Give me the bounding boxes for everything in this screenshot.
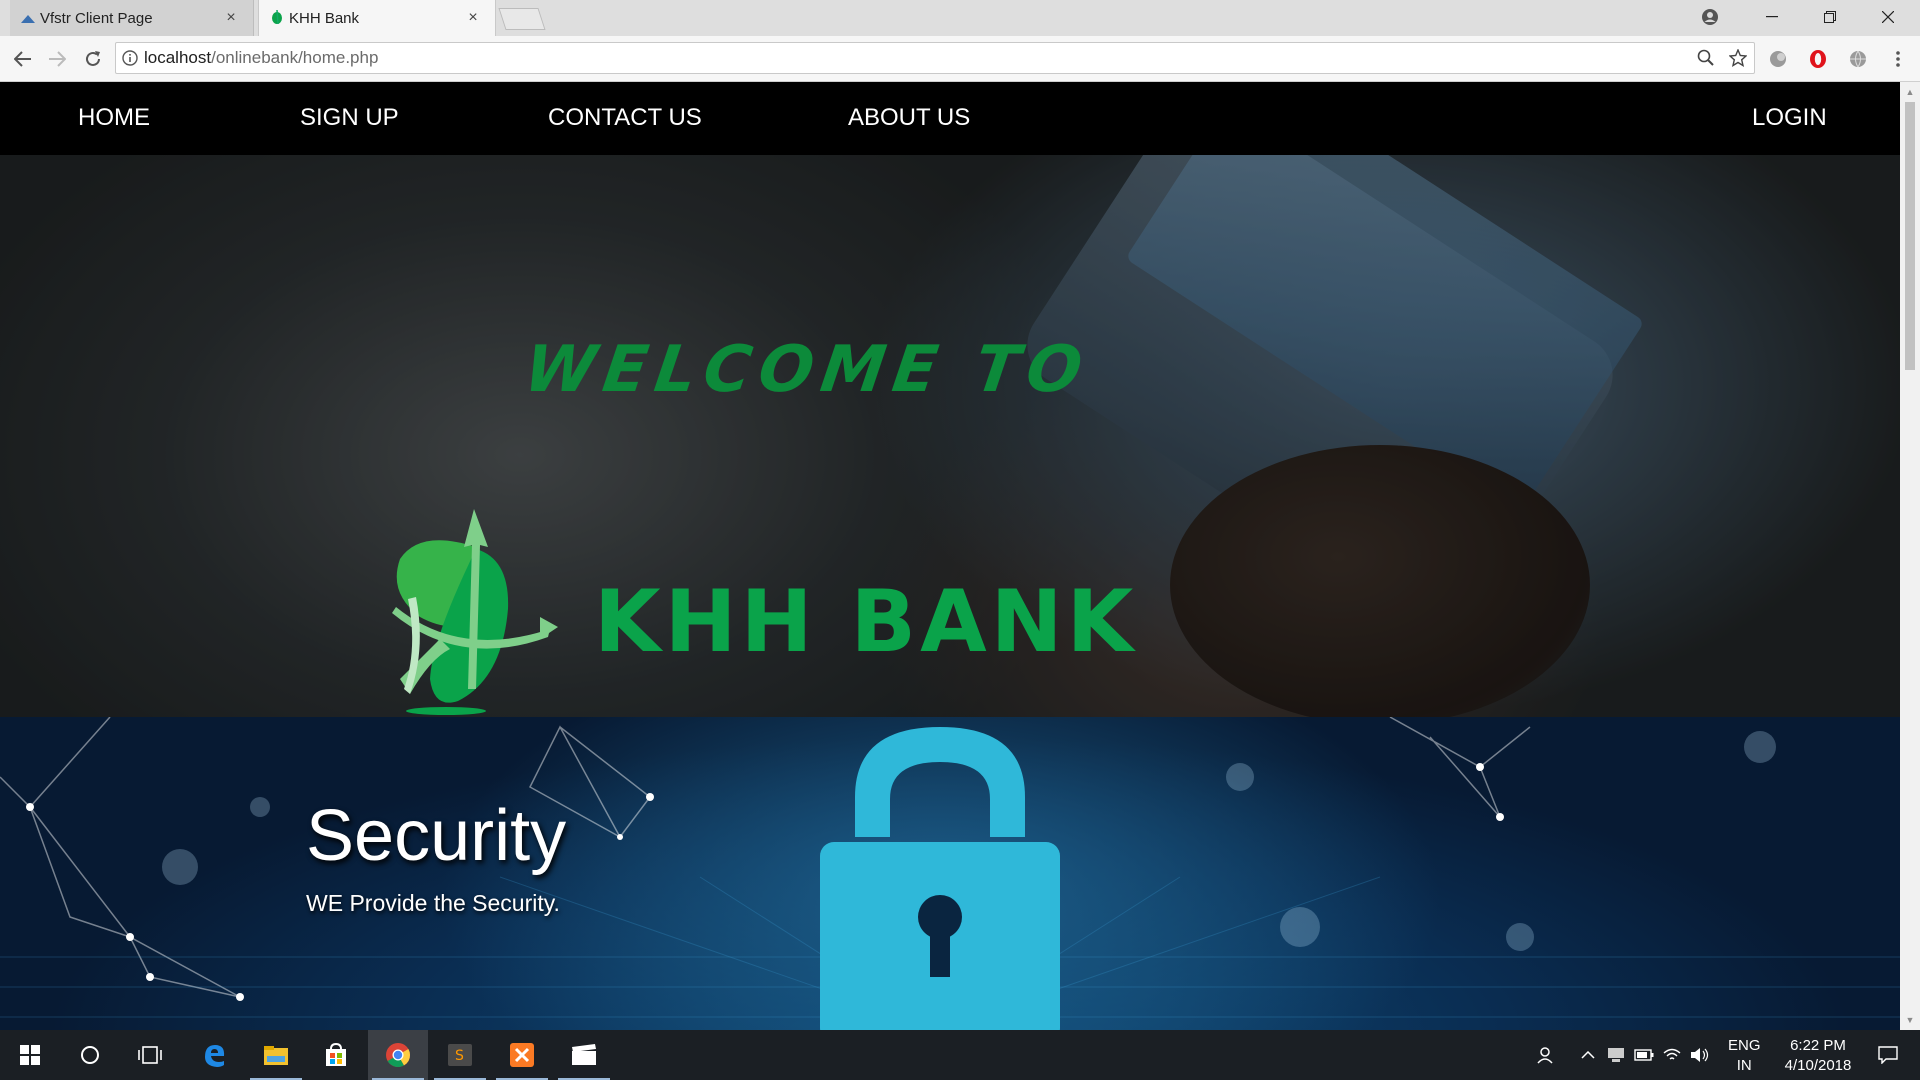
- profile-icon[interactable]: [1686, 0, 1734, 34]
- chrome-icon[interactable]: [368, 1030, 428, 1080]
- close-window-icon[interactable]: [1864, 0, 1912, 34]
- forward-icon[interactable]: [44, 46, 70, 72]
- security-section: Security WE Provide the Security.: [0, 717, 1900, 1030]
- hero-banner: WELCOME TO KHH BANK: [0, 155, 1900, 717]
- scrollbar-thumb[interactable]: [1905, 102, 1915, 370]
- chevron-up-icon[interactable]: [1576, 1030, 1600, 1080]
- new-tab-button[interactable]: [498, 8, 546, 30]
- nav-contact-link[interactable]: CONTACT US: [548, 104, 702, 132]
- page-scrollbar[interactable]: ▲ ▼: [1900, 82, 1920, 1030]
- action-center-icon[interactable]: [1868, 1030, 1908, 1080]
- input-language[interactable]: ENG IN: [1728, 1036, 1761, 1076]
- bank-name-heading: KHH BANK: [594, 572, 1138, 672]
- tab-khh-bank[interactable]: KHH Bank ×: [258, 0, 496, 36]
- url-host: localhost: [144, 48, 212, 67]
- system-clock[interactable]: 6:22 PM 4/10/2018: [1770, 1036, 1866, 1076]
- browser-toolbar: localhost/onlinebank/home.php: [0, 36, 1920, 82]
- clock-date: 4/10/2018: [1784, 1057, 1852, 1074]
- nav-about-link[interactable]: ABOUT US: [848, 104, 970, 132]
- page-viewport: HOME SIGN UP CONTACT US ABOUT US LOGIN W…: [0, 82, 1900, 1030]
- khh-bank-logo-icon: [392, 509, 558, 715]
- video-editor-icon[interactable]: [554, 1030, 614, 1080]
- close-tab-icon[interactable]: ×: [223, 9, 239, 27]
- tab-title: KHH Bank: [289, 9, 360, 27]
- tab-vfstr[interactable]: Vfstr Client Page ×: [10, 0, 254, 36]
- network-monitor-icon[interactable]: [1604, 1030, 1628, 1080]
- minimize-icon[interactable]: [1748, 0, 1796, 34]
- start-icon[interactable]: [0, 1030, 60, 1080]
- nav-signup-link[interactable]: SIGN UP: [300, 104, 399, 132]
- svg-text:S: S: [455, 1048, 464, 1064]
- tab-strip: Vfstr Client Page × KHH Bank ×: [0, 0, 1920, 36]
- url-text: localhost/onlinebank/home.php: [144, 48, 1690, 68]
- volume-icon[interactable]: [1688, 1030, 1712, 1080]
- menu-kebab-icon[interactable]: [1886, 47, 1910, 71]
- zoom-icon[interactable]: [1690, 49, 1722, 67]
- cortana-icon[interactable]: [60, 1030, 120, 1080]
- khh-favicon-icon: [269, 10, 285, 26]
- bookmark-star-icon[interactable]: [1722, 49, 1754, 67]
- close-tab-icon[interactable]: ×: [465, 9, 481, 27]
- language-code: ENG: [1728, 1037, 1761, 1054]
- scroll-up-icon[interactable]: ▲: [1900, 84, 1920, 100]
- nav-home-link[interactable]: HOME: [78, 104, 150, 132]
- restore-icon[interactable]: [1806, 0, 1854, 34]
- battery-icon[interactable]: [1632, 1030, 1656, 1080]
- address-bar[interactable]: localhost/onlinebank/home.php: [115, 42, 1755, 74]
- sublime-icon[interactable]: S: [430, 1030, 490, 1080]
- extension-shield-icon[interactable]: [1766, 47, 1790, 71]
- edge-icon[interactable]: [184, 1030, 244, 1080]
- store-icon[interactable]: [306, 1030, 366, 1080]
- clock-time: 6:22 PM: [1790, 1037, 1846, 1054]
- xampp-icon[interactable]: [492, 1030, 552, 1080]
- nav-login-link[interactable]: LOGIN: [1752, 104, 1827, 132]
- url-path: /onlinebank/home.php: [211, 48, 379, 67]
- file-explorer-icon[interactable]: [246, 1030, 306, 1080]
- opera-vpn-icon[interactable]: [1806, 47, 1830, 71]
- security-title: Security: [306, 796, 567, 876]
- scroll-down-icon[interactable]: ▼: [1900, 1012, 1920, 1028]
- language-region: IN: [1736, 1057, 1752, 1074]
- info-icon[interactable]: [116, 50, 144, 66]
- wifi-icon[interactable]: [1660, 1030, 1684, 1080]
- tab-title: Vfstr Client Page: [40, 9, 153, 27]
- site-navbar: HOME SIGN UP CONTACT US ABOUT US LOGIN: [0, 82, 1900, 155]
- task-view-icon[interactable]: [120, 1030, 180, 1080]
- people-icon[interactable]: [1532, 1030, 1562, 1080]
- welcome-heading: WELCOME TO: [519, 333, 1095, 407]
- windows-taskbar: S ENG IN 6:22 PM 4/10/2018: [0, 1030, 1920, 1080]
- security-subtitle: WE Provide the Security.: [306, 890, 560, 916]
- padlock-icon: [820, 727, 1060, 1030]
- back-icon[interactable]: [10, 46, 36, 72]
- reload-icon[interactable]: [80, 46, 106, 72]
- globe-extension-icon[interactable]: [1846, 47, 1870, 71]
- triangle-favicon-icon: [20, 10, 36, 26]
